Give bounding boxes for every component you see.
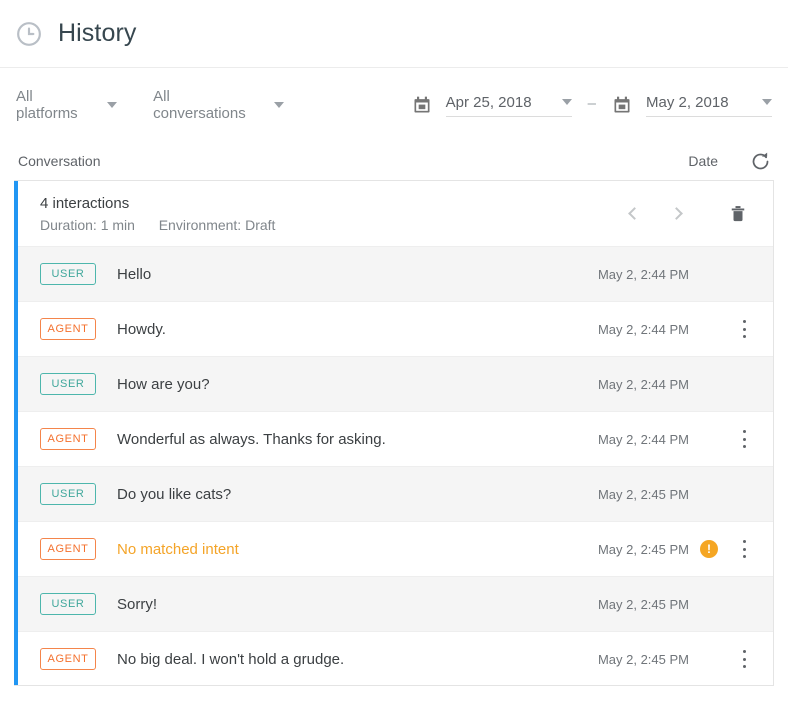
- message-timestamp: May 2, 2:44 PM: [581, 432, 689, 447]
- message-row[interactable]: USER HelloMay 2, 2:44 PM: [18, 247, 773, 302]
- row-menu-slot: [729, 650, 759, 668]
- conversation-filter-label: All conversations: [153, 88, 259, 122]
- warning-icon[interactable]: !: [700, 540, 718, 558]
- role-badge-user[interactable]: USER: [40, 593, 96, 615]
- message-text: Do you like cats?: [117, 486, 581, 503]
- column-header-conversation: Conversation: [18, 153, 688, 169]
- message-timestamp: May 2, 2:44 PM: [581, 322, 689, 337]
- date-range-picker: Apr 25, 2018 – May 2, 2018: [412, 94, 772, 117]
- row-menu-slot: [729, 320, 759, 338]
- message-text: Hello: [117, 266, 581, 283]
- date-range-separator: –: [588, 95, 596, 116]
- more-options-icon[interactable]: [743, 650, 746, 668]
- role-badge-user[interactable]: USER: [40, 373, 96, 395]
- message-list: USERHelloMay 2, 2:44 PMAGENTHowdy.May 2,…: [18, 247, 773, 686]
- refresh-icon[interactable]: [748, 149, 772, 173]
- conversation-summary-texts: 4 interactions Duration: 1 min Environme…: [40, 195, 613, 233]
- row-menu-slot: [729, 540, 759, 558]
- end-date-value: May 2, 2018: [646, 94, 729, 111]
- message-row[interactable]: AGENT Howdy.May 2, 2:44 PM: [18, 302, 773, 357]
- conversation-duration: Duration: 1 min: [40, 217, 135, 233]
- delete-conversation-button[interactable]: [717, 193, 759, 235]
- conversation-accent-bar: [14, 181, 18, 685]
- message-row[interactable]: AGENT Wonderful as always. Thanks for ask…: [18, 412, 773, 467]
- chevron-down-icon: [762, 99, 772, 105]
- role-badge-agent[interactable]: AGENT: [40, 318, 96, 340]
- end-date-picker[interactable]: May 2, 2018: [612, 94, 772, 117]
- role-badge-agent[interactable]: AGENT: [40, 428, 96, 450]
- more-options-icon[interactable]: [743, 430, 746, 448]
- conversation-meta: Duration: 1 min Environment: Draft: [40, 217, 613, 233]
- chevron-down-icon: [274, 102, 284, 108]
- message-timestamp: May 2, 2:45 PM: [581, 652, 689, 667]
- message-timestamp: May 2, 2:44 PM: [581, 267, 689, 282]
- message-row[interactable]: USER Do you like cats?May 2, 2:45 PM: [18, 467, 773, 522]
- message-text: Howdy.: [117, 321, 581, 338]
- conversation-card-inner: 4 interactions Duration: 1 min Environme…: [18, 181, 773, 686]
- platform-filter-label: All platforms: [16, 88, 93, 122]
- filter-bar: All platforms All conversations Apr 25, …: [0, 68, 788, 142]
- message-row[interactable]: USER Sorry!May 2, 2:45 PM: [18, 577, 773, 632]
- chevron-left-icon: [628, 207, 641, 220]
- end-date-field[interactable]: May 2, 2018: [646, 94, 772, 117]
- message-text: No matched intent: [117, 541, 581, 558]
- page-header: History: [0, 0, 788, 68]
- conversation-environment: Environment: Draft: [159, 217, 276, 233]
- calendar-icon: [612, 95, 632, 115]
- start-date-value: Apr 25, 2018: [446, 94, 532, 111]
- interaction-count: 4 interactions: [40, 195, 613, 212]
- message-timestamp: May 2, 2:44 PM: [581, 377, 689, 392]
- role-badge-agent[interactable]: AGENT: [40, 538, 96, 560]
- conversation-card: 4 interactions Duration: 1 min Environme…: [14, 180, 774, 686]
- column-header-date: Date: [688, 153, 718, 169]
- chevron-down-icon: [107, 102, 117, 108]
- start-date-picker[interactable]: Apr 25, 2018: [412, 94, 572, 117]
- message-row[interactable]: AGENT No big deal. I won't hold a grudge.…: [18, 632, 773, 686]
- next-conversation-button[interactable]: [655, 193, 697, 235]
- more-options-icon[interactable]: [743, 320, 746, 338]
- page-title: History: [58, 19, 136, 48]
- conversation-summary-row[interactable]: 4 interactions Duration: 1 min Environme…: [18, 181, 773, 247]
- message-text: Sorry!: [117, 596, 581, 613]
- platform-filter-select[interactable]: All platforms: [16, 88, 117, 122]
- message-timestamp: May 2, 2:45 PM: [581, 597, 689, 612]
- message-text: How are you?: [117, 376, 581, 393]
- chevron-down-icon: [562, 99, 572, 105]
- role-badge-agent[interactable]: AGENT: [40, 648, 96, 670]
- message-text: No big deal. I won't hold a grudge.: [117, 651, 581, 668]
- message-text: Wonderful as always. Thanks for asking.: [117, 431, 581, 448]
- message-row[interactable]: USER How are you?May 2, 2:44 PM: [18, 357, 773, 412]
- row-menu-slot: [729, 430, 759, 448]
- start-date-field[interactable]: Apr 25, 2018: [446, 94, 572, 117]
- message-timestamp: May 2, 2:45 PM: [581, 487, 689, 502]
- prev-conversation-button[interactable]: [613, 193, 655, 235]
- role-badge-user[interactable]: USER: [40, 263, 96, 285]
- message-row[interactable]: AGENT No matched intentMay 2, 2:45 PM!: [18, 522, 773, 577]
- message-timestamp: May 2, 2:45 PM: [581, 542, 689, 557]
- chevron-right-icon: [670, 207, 683, 220]
- more-options-icon[interactable]: [743, 540, 746, 558]
- alert-slot: !: [689, 540, 729, 558]
- clock-icon: [16, 21, 42, 47]
- conversation-filter-select[interactable]: All conversations: [153, 88, 283, 122]
- trash-icon: [728, 204, 748, 224]
- calendar-icon: [412, 95, 432, 115]
- table-column-header: Conversation Date: [0, 142, 788, 180]
- role-badge-user[interactable]: USER: [40, 483, 96, 505]
